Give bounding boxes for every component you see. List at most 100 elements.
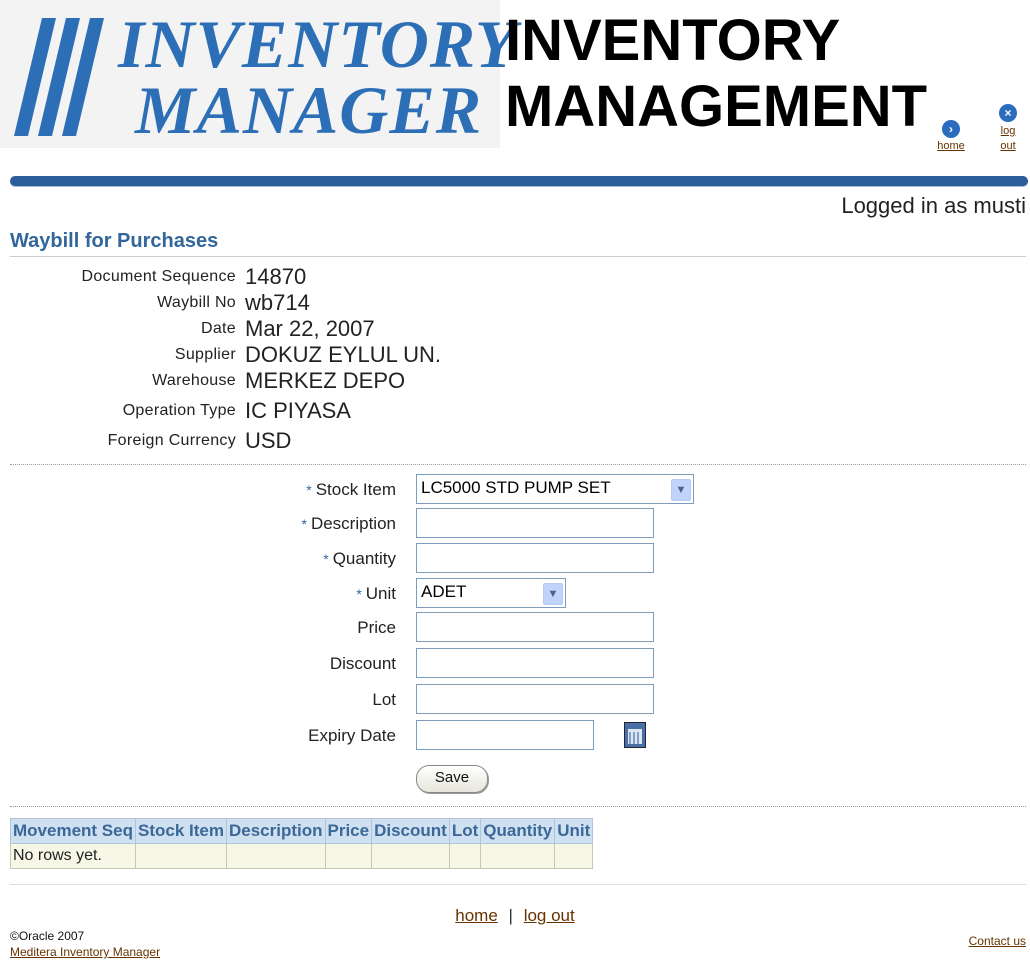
- detail-label: Warehouse: [152, 372, 236, 389]
- section-divider: [10, 464, 1026, 465]
- header-divider-bar: [10, 176, 1028, 186]
- footer-links: home | log out: [0, 906, 1030, 926]
- expiry-date-label: Expiry Date: [308, 726, 396, 745]
- column-header[interactable]: Movement Seq: [10, 818, 136, 844]
- table-cell: [480, 843, 556, 869]
- detail-label: Document Sequence: [81, 268, 236, 285]
- save-button[interactable]: Save: [416, 765, 488, 793]
- detail-foreign-currency: Foreign Currency USD: [0, 428, 800, 454]
- column-header[interactable]: Quantity: [480, 818, 556, 844]
- required-mark: *: [323, 551, 329, 567]
- footer-home-link[interactable]: home: [455, 906, 498, 925]
- description-row: * Description: [0, 508, 1030, 540]
- lot-label: Lot: [372, 690, 396, 709]
- title-divider: [10, 256, 1026, 257]
- stock-item-selected: LC5000 STD PUMP SET: [421, 478, 611, 497]
- description-label: * Description: [301, 514, 397, 533]
- chevron-down-icon[interactable]: ▼: [543, 583, 563, 605]
- expiry-date-input[interactable]: [416, 720, 594, 750]
- copyright-block: ©Oracle 2007 Meditera Inventory Manager: [10, 928, 160, 960]
- column-header[interactable]: Description: [225, 818, 326, 844]
- chevron-down-icon[interactable]: ▼: [671, 479, 691, 501]
- table-row: No rows yet.: [10, 843, 594, 869]
- detail-label: Supplier: [174, 346, 236, 363]
- detail-label: Foreign Currency: [107, 432, 236, 449]
- table-cell: [225, 843, 326, 869]
- detail-date: Date Mar 22, 2007: [0, 316, 800, 342]
- stock-item-select[interactable]: LC5000 STD PUMP SET ▼: [416, 474, 694, 504]
- stock-item-row: * Stock Item LC5000 STD PUMP SET ▼: [0, 474, 1030, 506]
- detail-supplier: Supplier DOKUZ EYLUL UN.: [0, 342, 800, 368]
- unit-selected: ADET: [421, 582, 467, 601]
- stock-item-label: * Stock Item: [306, 480, 396, 499]
- detail-value: 14870: [245, 264, 307, 289]
- contact-block: Contact us: [969, 934, 1026, 948]
- app-title: INVENTORY MANAGEMENT: [505, 8, 927, 140]
- column-header[interactable]: Stock Item: [134, 818, 227, 844]
- footer-logout-link[interactable]: log out: [524, 906, 575, 925]
- detail-value: MERKEZ DEPO: [245, 368, 406, 393]
- app-title-line1: INVENTORY: [505, 8, 841, 73]
- logo: INVENTORY MANAGER: [0, 0, 516, 148]
- discount-input[interactable]: [416, 648, 654, 678]
- detail-value: USD: [245, 428, 292, 453]
- discount-label: Discount: [329, 654, 396, 673]
- logo-text-line2: MANAGER: [135, 72, 483, 148]
- price-input[interactable]: [416, 612, 654, 642]
- unit-label: * Unit: [356, 584, 396, 603]
- global-home[interactable]: › home: [926, 120, 976, 152]
- detail-value: DOKUZ EYLUL UN.: [245, 342, 442, 367]
- logo-text-line1: INVENTORY: [118, 6, 518, 82]
- detail-value: Mar 22, 2007: [245, 316, 375, 341]
- required-mark: *: [356, 586, 362, 602]
- product-link[interactable]: Meditera Inventory Manager: [10, 945, 160, 959]
- footer-divider: [10, 884, 1026, 885]
- contact-us-link[interactable]: Contact us: [969, 934, 1026, 948]
- description-input[interactable]: [416, 508, 654, 538]
- detail-label: Waybill No: [157, 294, 236, 311]
- global-logout-link-line2[interactable]: out: [1000, 140, 1015, 152]
- logged-in-user: Logged in as musti: [841, 193, 1026, 218]
- lot-row: Lot: [0, 684, 1030, 716]
- logout-icon[interactable]: ×: [999, 104, 1017, 122]
- unit-row: * Unit ADET ▼: [0, 578, 1030, 610]
- home-icon[interactable]: ›: [942, 120, 960, 138]
- column-header[interactable]: Price: [324, 818, 373, 844]
- detail-value: wb714: [245, 290, 310, 315]
- detail-operation-type: Operation Type IC PIYASA: [0, 398, 800, 424]
- column-header[interactable]: Unit: [554, 818, 594, 844]
- global-logout[interactable]: × log out: [990, 104, 1026, 154]
- price-row: Price: [0, 612, 1030, 644]
- table-cell: [371, 843, 450, 869]
- quantity-input[interactable]: [416, 543, 654, 573]
- app-title-line2: MANAGEMENT: [505, 74, 928, 139]
- empty-table-message: No rows yet.: [10, 843, 136, 869]
- table-cell: [554, 843, 594, 869]
- detail-label: Operation Type: [122, 402, 236, 419]
- price-label: Price: [357, 618, 396, 637]
- global-logout-link-line1[interactable]: log: [1001, 125, 1016, 137]
- required-mark: *: [301, 516, 307, 532]
- quantity-row: * Quantity: [0, 543, 1030, 575]
- calendar-icon[interactable]: [624, 722, 646, 748]
- detail-label: Date: [201, 320, 236, 337]
- footer-separator: |: [508, 906, 513, 925]
- column-header[interactable]: Discount: [371, 818, 450, 844]
- page-title: Waybill for Purchases: [10, 230, 219, 252]
- detail-warehouse: Warehouse MERKEZ DEPO: [0, 368, 800, 394]
- table-cell: [448, 843, 482, 869]
- table-header-row: Movement Seq Stock Item Description Pric…: [10, 818, 594, 844]
- table-cell: [134, 843, 227, 869]
- table-cell: [324, 843, 373, 869]
- copyright-text: ©Oracle 2007: [10, 929, 85, 943]
- column-header[interactable]: Lot: [448, 818, 482, 844]
- detail-value: IC PIYASA: [245, 398, 351, 423]
- quantity-label: * Quantity: [323, 549, 396, 568]
- lot-input[interactable]: [416, 684, 654, 714]
- section-divider: [10, 806, 1026, 807]
- unit-select[interactable]: ADET ▼: [416, 578, 566, 608]
- global-home-link[interactable]: home: [937, 140, 965, 152]
- movements-table: Movement Seq Stock Item Description Pric…: [10, 818, 594, 869]
- detail-waybill-no: Waybill No wb714: [0, 290, 800, 316]
- expiry-date-row: Expiry Date: [0, 720, 1030, 752]
